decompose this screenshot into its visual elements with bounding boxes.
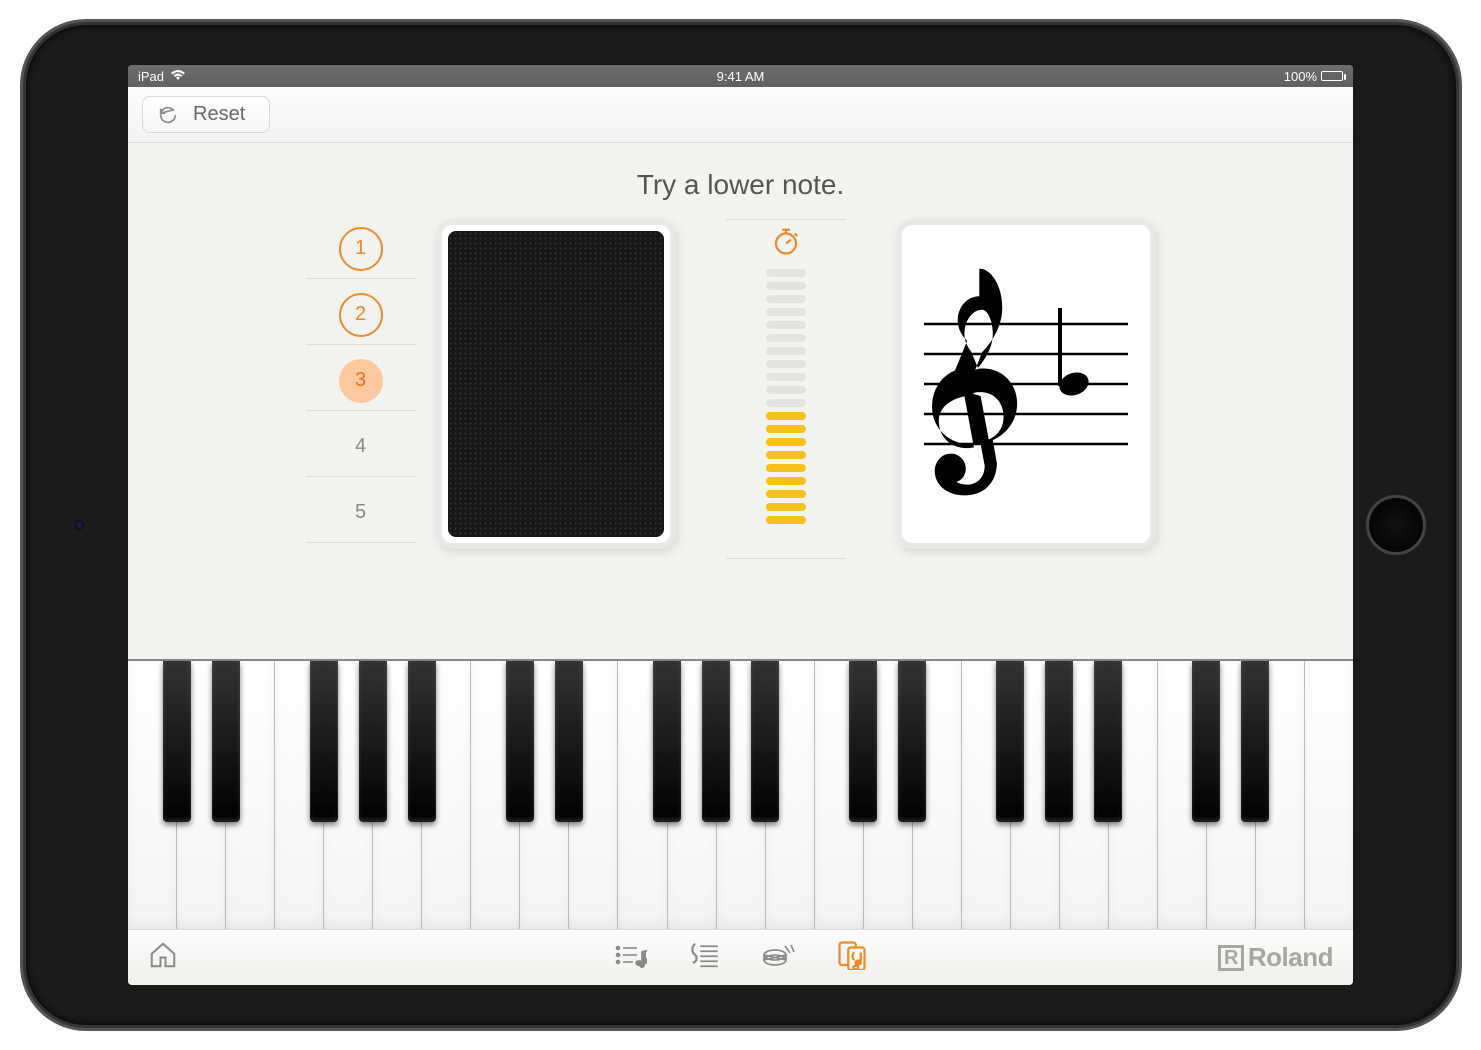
level-list: 1 2 3 4 5: [306, 219, 416, 629]
brand-logo: R Roland: [1218, 942, 1333, 973]
gauge-segment: [766, 399, 806, 407]
level-number: 1: [339, 227, 383, 271]
black-key[interactable]: [996, 661, 1024, 822]
gauge-segment: [766, 295, 806, 303]
brand-mark-icon: R: [1218, 945, 1244, 971]
home-icon[interactable]: [148, 940, 178, 975]
black-key[interactable]: [163, 661, 191, 822]
battery-icon: [1321, 71, 1343, 81]
gauge-segment: [766, 347, 806, 355]
black-key[interactable]: [898, 661, 926, 822]
black-key[interactable]: [408, 661, 436, 822]
gauge-segment: [766, 269, 806, 277]
black-key[interactable]: [310, 661, 338, 822]
black-key[interactable]: [359, 661, 387, 822]
status-bar: iPad 9:41 AM 100%: [128, 65, 1353, 87]
gauge-segment: [766, 464, 806, 472]
black-key[interactable]: [1192, 661, 1220, 822]
gauge-segment: [766, 490, 806, 498]
gauge-segment: [766, 386, 806, 394]
rhythm-icon[interactable]: [761, 940, 795, 975]
gauge-segment: [766, 477, 806, 485]
gauge-segment: [766, 360, 806, 368]
gauge-segment: [766, 373, 806, 381]
black-key[interactable]: [751, 661, 779, 822]
card-deck[interactable]: [436, 219, 676, 549]
note-flashcard[interactable]: [896, 219, 1156, 549]
gauge-segment: [766, 412, 806, 420]
gauge-segment: [766, 334, 806, 342]
black-key[interactable]: [506, 661, 534, 822]
treble-clef-icon: [932, 269, 1017, 496]
clock-label: 9:41 AM: [717, 69, 765, 84]
level-1[interactable]: 1: [306, 219, 416, 279]
level-2[interactable]: 2: [306, 285, 416, 345]
reset-label: Reset: [193, 103, 245, 126]
flashcard-icon[interactable]: [837, 940, 867, 975]
black-key[interactable]: [1094, 661, 1122, 822]
top-toolbar: Reset: [128, 87, 1353, 143]
black-key[interactable]: [1045, 661, 1073, 822]
level-3[interactable]: 3: [306, 351, 416, 411]
black-key[interactable]: [702, 661, 730, 822]
battery-percent: 100%: [1284, 69, 1317, 84]
black-key[interactable]: [1241, 661, 1269, 822]
card-back-pattern: [448, 231, 664, 537]
gauge-segment: [766, 438, 806, 446]
gauge-segment: [766, 321, 806, 329]
stopwatch-icon: [771, 226, 801, 261]
bottom-tab-bar: R Roland: [128, 929, 1353, 985]
white-key[interactable]: [1305, 661, 1353, 929]
hint-text: Try a lower note.: [128, 143, 1353, 219]
gauge-segment: [766, 503, 806, 511]
carrier-label: iPad: [138, 69, 164, 84]
level-number: 2: [339, 293, 383, 337]
level-4[interactable]: 4: [306, 417, 416, 477]
black-key[interactable]: [849, 661, 877, 822]
reset-button[interactable]: Reset: [142, 96, 270, 133]
game-content: Try a lower note. 1 2 3 4 5: [128, 143, 1353, 659]
songlist-icon[interactable]: [615, 940, 647, 975]
level-5[interactable]: 5: [306, 483, 416, 543]
black-key[interactable]: [653, 661, 681, 822]
gauge-segment: [766, 425, 806, 433]
black-key[interactable]: [212, 661, 240, 822]
ipad-home-button[interactable]: [1366, 495, 1426, 555]
ipad-frame: iPad 9:41 AM 100% Reset: [26, 25, 1456, 1025]
level-number: 4: [339, 425, 383, 469]
gauge-segment: [766, 308, 806, 316]
wifi-icon: [170, 69, 186, 84]
staff-with-note: [916, 254, 1136, 514]
undo-icon: [157, 104, 179, 126]
timer-column: [726, 219, 846, 559]
level-number: 3: [339, 359, 383, 403]
score-icon[interactable]: [689, 940, 719, 975]
level-number: 5: [339, 491, 383, 535]
brand-text: Roland: [1248, 942, 1333, 973]
app-screen: iPad 9:41 AM 100% Reset: [128, 65, 1353, 985]
black-key[interactable]: [555, 661, 583, 822]
gauge-segment: [766, 451, 806, 459]
gauge-segment: [766, 282, 806, 290]
timer-gauge: [766, 269, 806, 524]
ipad-camera: [74, 520, 84, 530]
piano-keyboard[interactable]: [128, 659, 1353, 929]
gauge-segment: [766, 516, 806, 524]
